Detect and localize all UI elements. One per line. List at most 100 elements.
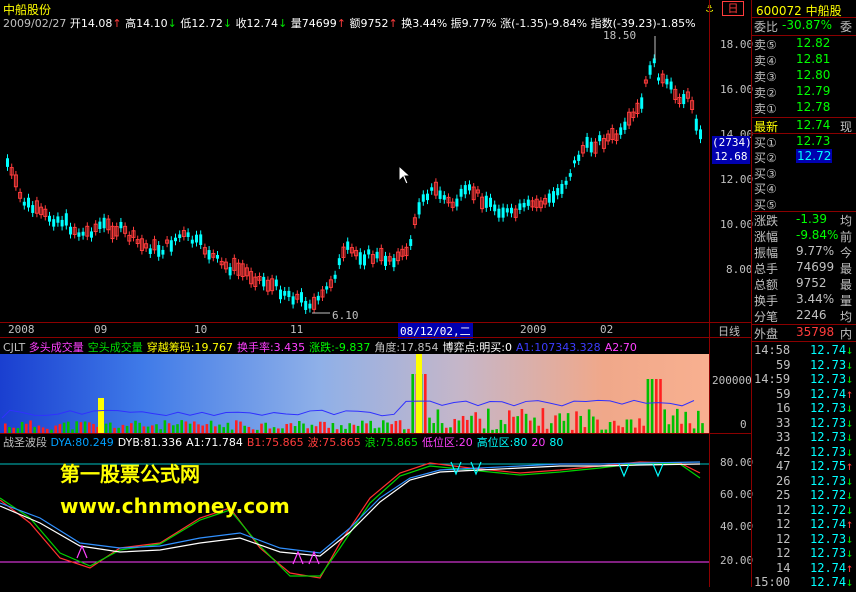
tick-price: 12.74	[810, 343, 847, 357]
ask-row-value: 12.79	[796, 84, 831, 98]
tick-price: 12.74	[810, 560, 847, 575]
candle-body	[346, 241, 350, 250]
candle-body	[510, 207, 513, 214]
candle-body	[426, 193, 429, 201]
volume-bar	[209, 420, 213, 434]
stat-row[interactable]: 换手 3.44% 量	[752, 292, 856, 309]
wave-panel[interactable]: 战圣波段 DYA:80.249 DYB:81.336 A1:71.784 B1:75.…	[0, 433, 710, 588]
price-tick-label: 12.00	[720, 173, 754, 186]
candle-body	[199, 234, 203, 245]
stat-row-value: 9752	[796, 276, 827, 290]
stat-row-value: -9.84%	[796, 228, 839, 242]
candle-body	[333, 274, 337, 279]
volume-bar	[508, 410, 511, 434]
price-tick-label: 10.00	[720, 218, 754, 231]
tick-time: 33	[776, 415, 791, 430]
volume-bar	[629, 419, 633, 434]
volume-bar	[524, 413, 528, 434]
kline-chart[interactable]: 中船股份 2009/02/27 开14.08↑ 高14.10↓ 低12.72↓ …	[0, 0, 710, 335]
candle-body	[262, 276, 266, 287]
candle-body	[505, 208, 509, 213]
candle-body	[648, 65, 652, 75]
ask-row[interactable]: 卖⑤ 12.82	[752, 36, 856, 53]
volume-bar	[499, 419, 503, 434]
tick-price: 12.73	[810, 546, 847, 560]
candle-body	[90, 231, 93, 238]
price-axis: ⚓ 日 18.00 16.00 14.00 12.00 10.00 8.00 (…	[706, 0, 754, 335]
candle-body	[56, 216, 60, 223]
candle-body	[60, 219, 64, 227]
tick-price: 12.72	[810, 488, 847, 502]
stat-row[interactable]: 涨跌 -1.39 均	[752, 212, 856, 229]
volume-tick-label: 0	[740, 418, 747, 431]
volume-legend-item: 博弈点:明买:0	[442, 341, 512, 354]
volume-bar	[436, 409, 440, 434]
stat-row[interactable]: 总手 74699 最	[752, 260, 856, 277]
volume-legend-item: 穿越筹码:19.767	[146, 341, 233, 354]
tick-direction: ↓	[846, 444, 854, 459]
tick-time: 25	[776, 488, 791, 502]
candle-body	[585, 136, 589, 148]
period-indicator[interactable]: 日	[722, 1, 744, 16]
time-tick-label: 10	[194, 323, 208, 336]
ask-row[interactable]: 卖③ 12.80	[752, 68, 856, 85]
price-tick-label: 18.00	[720, 38, 754, 51]
ask-row[interactable]: 卖② 12.79	[752, 84, 856, 101]
candle-body	[657, 77, 660, 81]
candle-body	[174, 237, 177, 242]
mouse-cursor-icon	[398, 164, 412, 188]
stat-row-extra: 量	[840, 294, 853, 308]
volume-bar	[541, 408, 545, 434]
tick-time: 14:59	[754, 372, 791, 386]
stat-row-label: 总手	[754, 262, 779, 276]
candle-body	[421, 194, 425, 202]
candle-body	[409, 239, 413, 246]
cursor-count-label: (2734)	[712, 136, 752, 150]
candle-body	[316, 295, 320, 301]
stat-row[interactable]: 振幅 9.77% 今	[752, 244, 856, 261]
stat-row[interactable]: 分笔 2246 均	[752, 308, 856, 325]
candle-body	[417, 202, 421, 215]
candle-body	[484, 195, 488, 208]
candle-body	[186, 232, 190, 237]
time-tick-label: 02	[600, 323, 614, 336]
candle-body	[207, 250, 211, 260]
stat-row[interactable]: 涨幅 -9.84% 前	[752, 228, 856, 245]
stat-row-value: -1.39	[796, 212, 828, 226]
volume-bar	[457, 420, 461, 434]
low-zone-marker	[76, 544, 88, 559]
wave-tick-label: 60.00	[720, 488, 754, 501]
volume-bar	[361, 420, 364, 434]
candle-body	[27, 197, 30, 208]
stat-row-value: 3.44%	[796, 292, 835, 306]
candle-body	[384, 255, 387, 266]
candle-body	[640, 97, 644, 109]
volume-bar	[646, 379, 650, 434]
tick-time: 16	[776, 401, 791, 415]
ask-row[interactable]: 卖④ 12.81	[752, 52, 856, 69]
volume-bar	[676, 408, 679, 434]
candle-body	[161, 249, 165, 255]
candle-body	[148, 248, 152, 254]
time-tick-label: 09	[94, 323, 108, 336]
stat-row[interactable]: 总额 9752 最	[752, 276, 856, 293]
volume-bar	[411, 374, 414, 434]
tick-price: 12.73	[810, 401, 847, 415]
volume-axis: 200000 0	[710, 337, 752, 434]
bid-row-value: 12.73	[796, 134, 831, 148]
ask-row[interactable]: 卖① 12.78	[752, 100, 856, 117]
tick-price: 12.73	[810, 444, 847, 459]
candle-body	[438, 190, 442, 199]
volume-panel[interactable]: CJLT 多头成交量 空头成交量 穿越筹码:19.767 换手率:3.435 涨跌:-9…	[0, 337, 710, 434]
ask-row-label: 卖②	[754, 86, 777, 100]
candle-body	[308, 303, 312, 309]
time-tick-label: 2009	[520, 323, 547, 336]
stat-row-label: 换手	[754, 294, 779, 308]
price-tick-label: 16.00	[720, 83, 754, 96]
candle-body	[6, 158, 9, 167]
candle-body	[81, 231, 85, 236]
tick-row[interactable]: 15:00 12.74 ↓	[752, 575, 856, 592]
volume-bar	[180, 420, 183, 434]
candle-body	[497, 208, 501, 218]
stat-row-label: 总额	[754, 278, 779, 292]
